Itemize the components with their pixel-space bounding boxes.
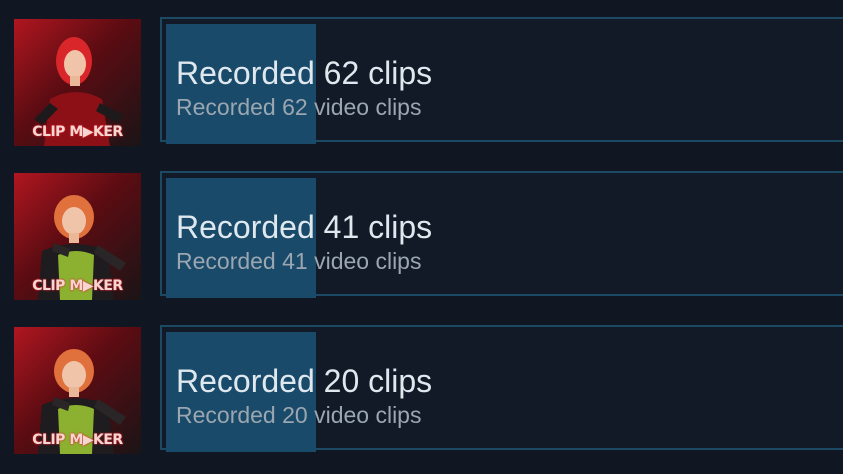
achievement-title: Recorded 41 clips	[176, 209, 433, 245]
achievement-description: Recorded 62 video clips	[176, 94, 422, 120]
achievement-thumbnail: CLIP M▶KER	[14, 173, 141, 300]
achievement-title: Recorded 62 clips	[176, 55, 433, 91]
achievement-list: CLIP M▶KER Recorded 62 clips Recorded 62…	[0, 0, 843, 474]
achievement-row[interactable]: CLIP M▶KER Recorded 62 clips Recorded 62…	[0, 17, 843, 147]
achievement-card: Recorded 41 clips Recorded 41 video clip…	[160, 171, 843, 298]
achievement-description: Recorded 41 video clips	[176, 248, 422, 274]
achievement-card: Recorded 62 clips Recorded 62 video clip…	[160, 17, 843, 144]
achievement-row[interactable]: CLIP M▶KER Recorded 41 clips Recorded 41…	[0, 171, 843, 301]
achievement-thumbnail: CLIP M▶KER	[14, 327, 141, 454]
achievement-row[interactable]: CLIP M▶KER Recorded 20 clips Recorded 20…	[0, 325, 843, 455]
achievement-thumbnail: CLIP M▶KER	[14, 19, 141, 146]
clip-maker-logo: CLIP M▶KER	[32, 124, 123, 140]
achievement-card: Recorded 20 clips Recorded 20 video clip…	[160, 325, 843, 452]
clip-maker-logo: CLIP M▶KER	[32, 278, 123, 294]
achievement-title: Recorded 20 clips	[176, 363, 433, 399]
achievement-description: Recorded 20 video clips	[176, 402, 422, 428]
clip-maker-logo: CLIP M▶KER	[32, 432, 123, 448]
